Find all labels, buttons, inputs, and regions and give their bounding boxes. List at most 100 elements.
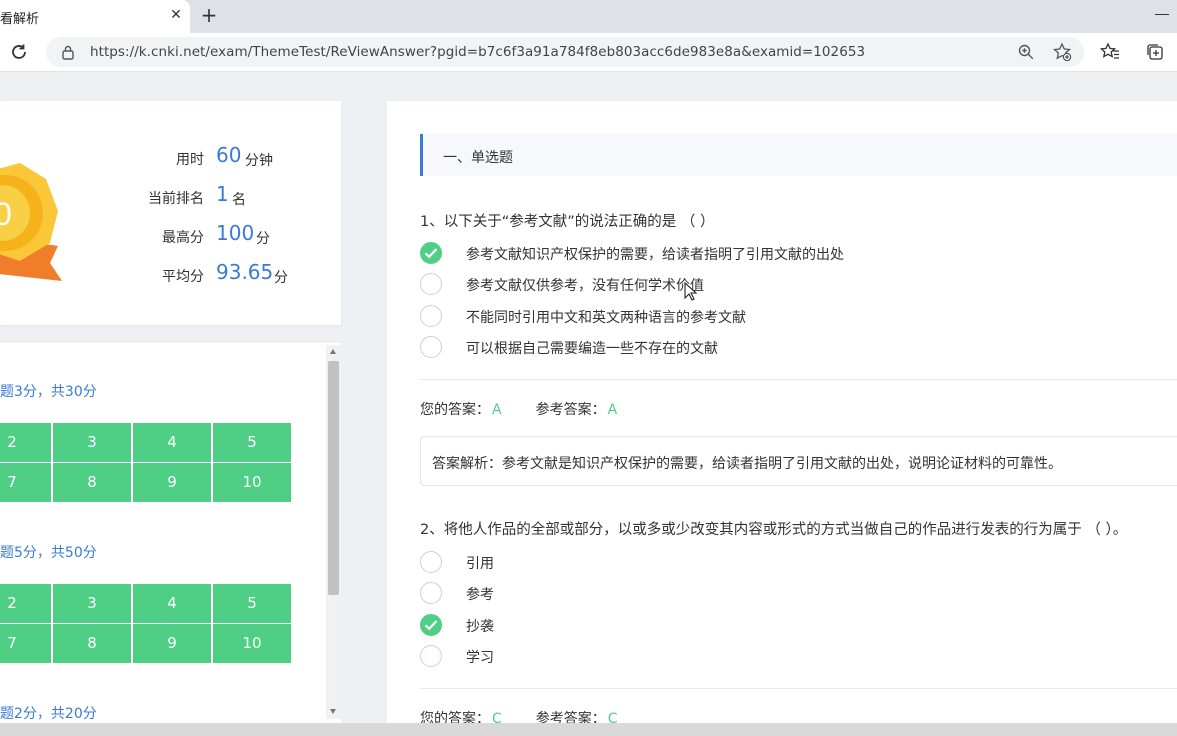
reference-answer-value: A [607,402,618,418]
option-row[interactable]: 抄袭 [420,614,1160,640]
score-card: 0 用时 60 分钟 当前排名 1 名 最高分 100 分 平均分 93.65 … [0,101,341,325]
stat-value: 1 [216,182,229,206]
question-cell[interactable]: 4 [133,423,211,462]
question-cell[interactable]: 10 [213,624,291,663]
question-cell[interactable]: 3 [53,584,131,623]
option-row[interactable]: 引用 [420,551,1160,577]
minimize-button[interactable] [1155,14,1169,15]
stat-unit: 名 [232,192,246,208]
reference-answer-value: C [607,711,618,723]
option-text: 可以根据自己需要编造一些不存在的文献 [466,341,718,357]
stat-value: 100 [216,221,255,245]
your-answer-label: 您的答案： [420,402,490,418]
your-answer-label: 您的答案： [420,711,490,723]
stat-unit: 分钟 [245,153,273,169]
check-icon[interactable] [420,242,442,264]
option-row[interactable]: 不能同时引用中文和英文两种语言的参考文献 [420,305,1160,331]
scroll-down-arrow[interactable] [330,709,336,714]
option-row[interactable]: 学习 [420,645,1160,671]
check-icon[interactable] [420,614,442,636]
mouse-cursor-icon [684,282,698,301]
scroll-up-arrow[interactable] [330,349,336,354]
collections-icon[interactable] [1145,42,1165,62]
reload-icon[interactable] [8,41,30,63]
stat-highest: 最高分 100 分 [100,221,340,251]
option-row[interactable]: 参考文献仅供参考，没有任何学术价值 [420,273,1160,299]
question-text: 1、以下关于“参考文献”的说法正确的是 （ ） [420,214,715,230]
stat-label: 当前排名 [148,191,204,207]
question-cell[interactable]: 3 [53,423,131,462]
question-cell[interactable]: 8 [53,624,131,663]
stat-rank: 当前排名 1 名 [100,182,340,212]
option-text: 参考文献仅供参考，没有任何学术价值 [466,278,704,294]
stat-label: 最高分 [162,230,204,246]
browser-tab[interactable]: 看解析 ✕ [0,0,190,33]
zoom-icon[interactable] [1017,43,1035,61]
medal-icon: 0 [0,163,62,281]
favorites-icon[interactable] [1100,42,1120,62]
section-score-info: 题3分，共30分 [0,384,97,400]
radio-button[interactable] [420,305,442,327]
scroll-thumb[interactable] [328,361,339,595]
reference-answer-label: 参考答案： [535,402,606,418]
section-score-info: 题5分，共50分 [0,545,97,561]
radio-button[interactable] [420,336,442,358]
radio-button[interactable] [420,645,442,667]
stat-unit: 分 [256,231,270,247]
question-cell[interactable]: 5 [213,423,291,462]
answer-line: 您的答案： C 参考答案： C [420,708,618,723]
stat-value: 93.65 [216,260,274,284]
your-answer-value: A [492,402,502,418]
divider [420,379,1177,380]
question-cell[interactable]: 9 [133,463,211,502]
question-cell[interactable]: 8 [53,463,131,502]
horizontal-scroll-track [0,723,1177,736]
question-cell[interactable]: 10 [213,463,291,502]
address-bar[interactable]: https://k.cnki.net/exam/ThemeTest/ReView… [46,37,1084,67]
close-tab-button[interactable]: ✕ [166,5,186,25]
option-text: 学习 [466,650,494,666]
stat-time: 用时 60 分钟 [100,143,340,173]
option-text: 不能同时引用中文和英文两种语言的参考文献 [466,310,746,326]
medal-digit: 0 [0,196,12,232]
question-panel: 一、单选题 1、以下关于“参考文献”的说法正确的是 （ ） 参考文献知识产权保护… [387,101,1177,723]
tab-title: 看解析 [0,12,40,27]
question-cell[interactable]: 2 [0,584,51,623]
radio-button[interactable] [420,582,442,604]
option-text: 参考文献知识产权保护的需要，给读者指明了引用文献的出处 [466,247,844,263]
tab-strip: 看解析 ✕ + [0,0,1177,33]
lock-icon[interactable] [60,44,76,60]
section-title: 一、单选题 [443,150,513,166]
sheet-scrollbar[interactable] [326,345,341,719]
option-row[interactable]: 可以根据自己需要编造一些不存在的文献 [420,336,1160,362]
stat-label: 平均分 [162,269,204,285]
add-favorite-icon[interactable] [1052,42,1072,62]
new-tab-button[interactable]: + [198,4,220,26]
question-cell[interactable]: 2 [0,423,51,462]
section-score-info: 题2分，共20分 [0,706,97,722]
divider [420,688,1177,689]
your-answer-value: C [492,711,502,723]
question-cell[interactable]: 7 [0,463,51,502]
section-header: 一、单选题 [420,134,1177,176]
radio-button[interactable] [420,273,442,295]
answer-analysis-box: 答案解析：参考文献是知识产权保护的需要，给读者指明了引用文献的出处，说明论证材料… [420,436,1177,486]
option-text: 引用 [466,556,494,572]
stat-label: 用时 [176,152,204,168]
stat-value: 60 [216,143,242,167]
analysis-text: 答案解析：参考文献是知识产权保护的需要，给读者指明了引用文献的出处，说明论证材料… [432,456,1062,472]
option-row[interactable]: 参考文献知识产权保护的需要，给读者指明了引用文献的出处 [420,242,1160,268]
url-text[interactable]: https://k.cnki.net/exam/ThemeTest/ReView… [90,44,865,60]
radio-button[interactable] [420,551,442,573]
question-cell[interactable]: 4 [133,584,211,623]
option-text: 抄袭 [466,619,494,635]
answer-sheet: 题3分，共30分 2 3 4 5 7 8 9 10 题5分，共50分 2 3 4… [0,343,341,723]
question-cell[interactable]: 5 [213,584,291,623]
stat-unit: 分 [274,270,288,286]
answer-line: 您的答案： A 参考答案： A [420,399,617,419]
question-text: 2、将他人作品的全部或部分，以或多或少改变其内容或形式的方式当做自己的作品进行发… [420,522,1128,538]
reference-answer-label: 参考答案： [535,711,606,723]
question-cell[interactable]: 7 [0,624,51,663]
option-row[interactable]: 参考 [420,582,1160,608]
question-cell[interactable]: 9 [133,624,211,663]
